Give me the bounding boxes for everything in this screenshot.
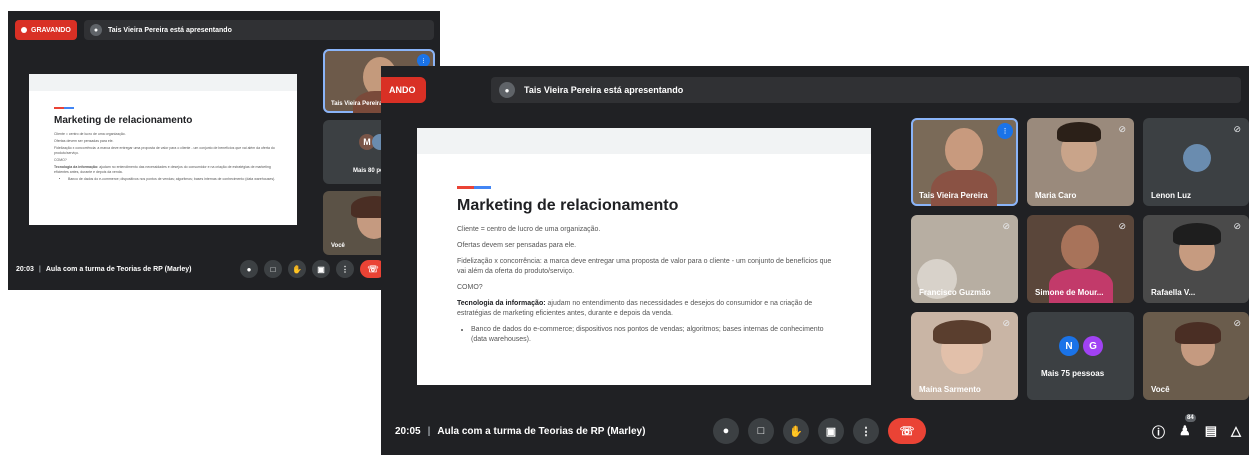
participant-name: Lenon Luz [1151,191,1191,200]
mic-off-icon: ⊘ [1118,221,1126,231]
slide-line: Ofertas devem ser pensadas para ele. [457,242,577,249]
slide-line: Fidelização x concorrência: a marca deve… [457,258,832,275]
meet-window-later: ANDO ● Tais Vieira Pereira está apresent… [381,66,1249,455]
mic-icon: ● [722,425,730,437]
slide-line: Cliente = centro de lucro de uma organiz… [457,226,601,233]
participant-tile[interactable]: N G Mais 75 pessoas [1027,312,1134,400]
participant-tile[interactable]: ⊘ Simone de Mour... [1027,215,1134,303]
present-icon: ▣ [317,264,325,274]
recording-label: ANDO [389,85,416,95]
meeting-toolbar: 20:03 | Aula com a turma de Teorias de R… [8,254,440,284]
meeting-toolbar: 20:05 | Aula com a turma de Teorias de R… [381,411,1249,451]
camera-icon: □ [757,425,765,437]
participant-name: Você [1151,385,1170,394]
participant-name: Maína Sarmento [919,385,981,394]
participant-tile[interactable]: ⁝ Tais Vieira Pereira [911,118,1018,206]
info-icon: ⓘ [1152,424,1166,440]
present-button[interactable]: ▣ [818,418,844,444]
participant-tile[interactable]: ⊘ Francisco Guzmão [911,215,1018,303]
slide-line: Tecnologia da informação: ajudam no ente… [54,165,271,174]
mic-off-icon: ⊘ [1233,124,1241,134]
present-icon: ▣ [825,425,837,438]
slide-line: Cliente = centro de lucro de uma organiz… [54,132,126,136]
present-button[interactable]: ▣ [312,260,330,278]
recording-label: GRAVANDO [31,26,71,34]
participant-name: Tais Vieira Pereira [919,191,988,200]
meet-window-earlier: GRAVANDO ● Tais Vieira Pereira está apre… [8,11,440,290]
end-call-icon: ☏ [899,424,915,438]
participant-name: Maria Caro [1035,191,1077,200]
camera-button[interactable]: □ [264,260,282,278]
participant-name: Francisco Guzmão [919,288,991,297]
meeting-time: 20:05 [395,425,421,437]
participant-tile[interactable]: ⊘ Lenon Luz [1143,118,1249,206]
participant-tile[interactable]: ⊘ Maína Sarmento [911,312,1018,400]
mic-off-icon: ⊘ [1002,318,1010,328]
end-call-icon: ☏ [367,263,379,274]
activities-icon: △ [1231,423,1241,438]
participant-tile[interactable]: ⊘ Maria Caro [1027,118,1134,206]
participant-name: Mais 75 pessoas [1041,369,1105,378]
raise-hand-button[interactable]: ✋ [783,418,809,444]
participant-name: Rafaella V... [1151,288,1196,297]
mic-off-icon: ⊘ [1002,221,1010,231]
info-button[interactable]: ⓘ [1152,422,1165,441]
people-icon: ♟ [1179,423,1191,438]
chat-button[interactable]: ▤ [1205,423,1217,439]
meeting-title: Aula com a turma de Teorias de RP (Marle… [45,265,192,273]
camera-button[interactable]: □ [748,418,774,444]
slide-line: Fidelização x concorrência: a marca deve… [54,146,275,155]
activities-button[interactable]: △ [1231,423,1241,439]
record-dot-icon [21,27,27,33]
end-call-button[interactable]: ☏ [888,418,926,444]
mic-off-icon: ⊘ [1233,221,1241,231]
presenter-banner: ● Tais Vieira Pereira está apresentando [84,20,434,40]
presenter-text: Tais Vieira Pereira está apresentando [108,26,232,34]
slide-line: Ofertas devem ser pensadas para ele. [54,139,114,143]
participant-count-badge: 84 [1185,414,1196,422]
avatar [1183,144,1211,172]
people-button[interactable]: ♟ 84 [1179,414,1196,439]
slide-line: COMO? [54,158,67,162]
slide-title: Marketing de relacionamento [457,197,679,214]
chat-icon: ▤ [1204,423,1217,438]
meeting-title: Aula com a turma de Teorias de RP (Marle… [437,425,646,437]
avatar: G [1083,336,1103,356]
avatar: N [1059,336,1079,356]
participant-name: Você [331,243,345,249]
slide-bullet: Banco de dados do e-commerce; dispositiv… [471,325,841,345]
more-icon: ⋮ [341,264,349,274]
mic-button[interactable]: ● [713,418,739,444]
participant-tile[interactable]: ⊘ Rafaella V... [1143,215,1249,303]
participant-name: Simone de Mour... [1035,288,1104,297]
presenter-text: Tais Vieira Pereira está apresentando [524,85,684,95]
slide-title: Marketing de relacionamento [54,115,193,126]
mic-icon: ● [246,264,252,274]
raise-hand-icon: ✋ [292,264,302,274]
mic-off-icon: ⊘ [1118,124,1126,134]
mic-off-icon: ⊘ [1233,318,1241,328]
mic-button[interactable]: ● [240,260,258,278]
speaking-icon: ⁝ [997,123,1013,139]
presented-slide: Marketing de relacionamento Cliente = ce… [29,74,297,225]
presenter-icon: ● [499,82,515,98]
more-options-button[interactable]: ⋮ [853,418,879,444]
slide-line: Tecnologia da informação: ajudam no ente… [457,300,813,317]
presenter-banner: ● Tais Vieira Pereira está apresentando [491,77,1241,103]
more-icon: ⋮ [860,425,872,438]
presented-slide: Marketing de relacionamento Cliente = ce… [417,128,871,385]
camera-icon: □ [270,264,276,274]
slide-line: COMO? [457,284,483,291]
recording-badge: GRAVANDO [15,20,77,40]
slide-bullet: Banco de dados do e-commerce; dispositiv… [68,177,277,182]
meeting-time: 20:03 [16,265,34,273]
recording-badge: ANDO [381,77,426,103]
raise-hand-icon: ✋ [789,425,803,438]
more-options-button[interactable]: ⋮ [336,260,354,278]
participant-name: Tais Vieira Pereira [331,101,383,107]
presenter-icon: ● [90,24,102,36]
raise-hand-button[interactable]: ✋ [288,260,306,278]
participant-tile[interactable]: ⊘ Você [1143,312,1249,400]
